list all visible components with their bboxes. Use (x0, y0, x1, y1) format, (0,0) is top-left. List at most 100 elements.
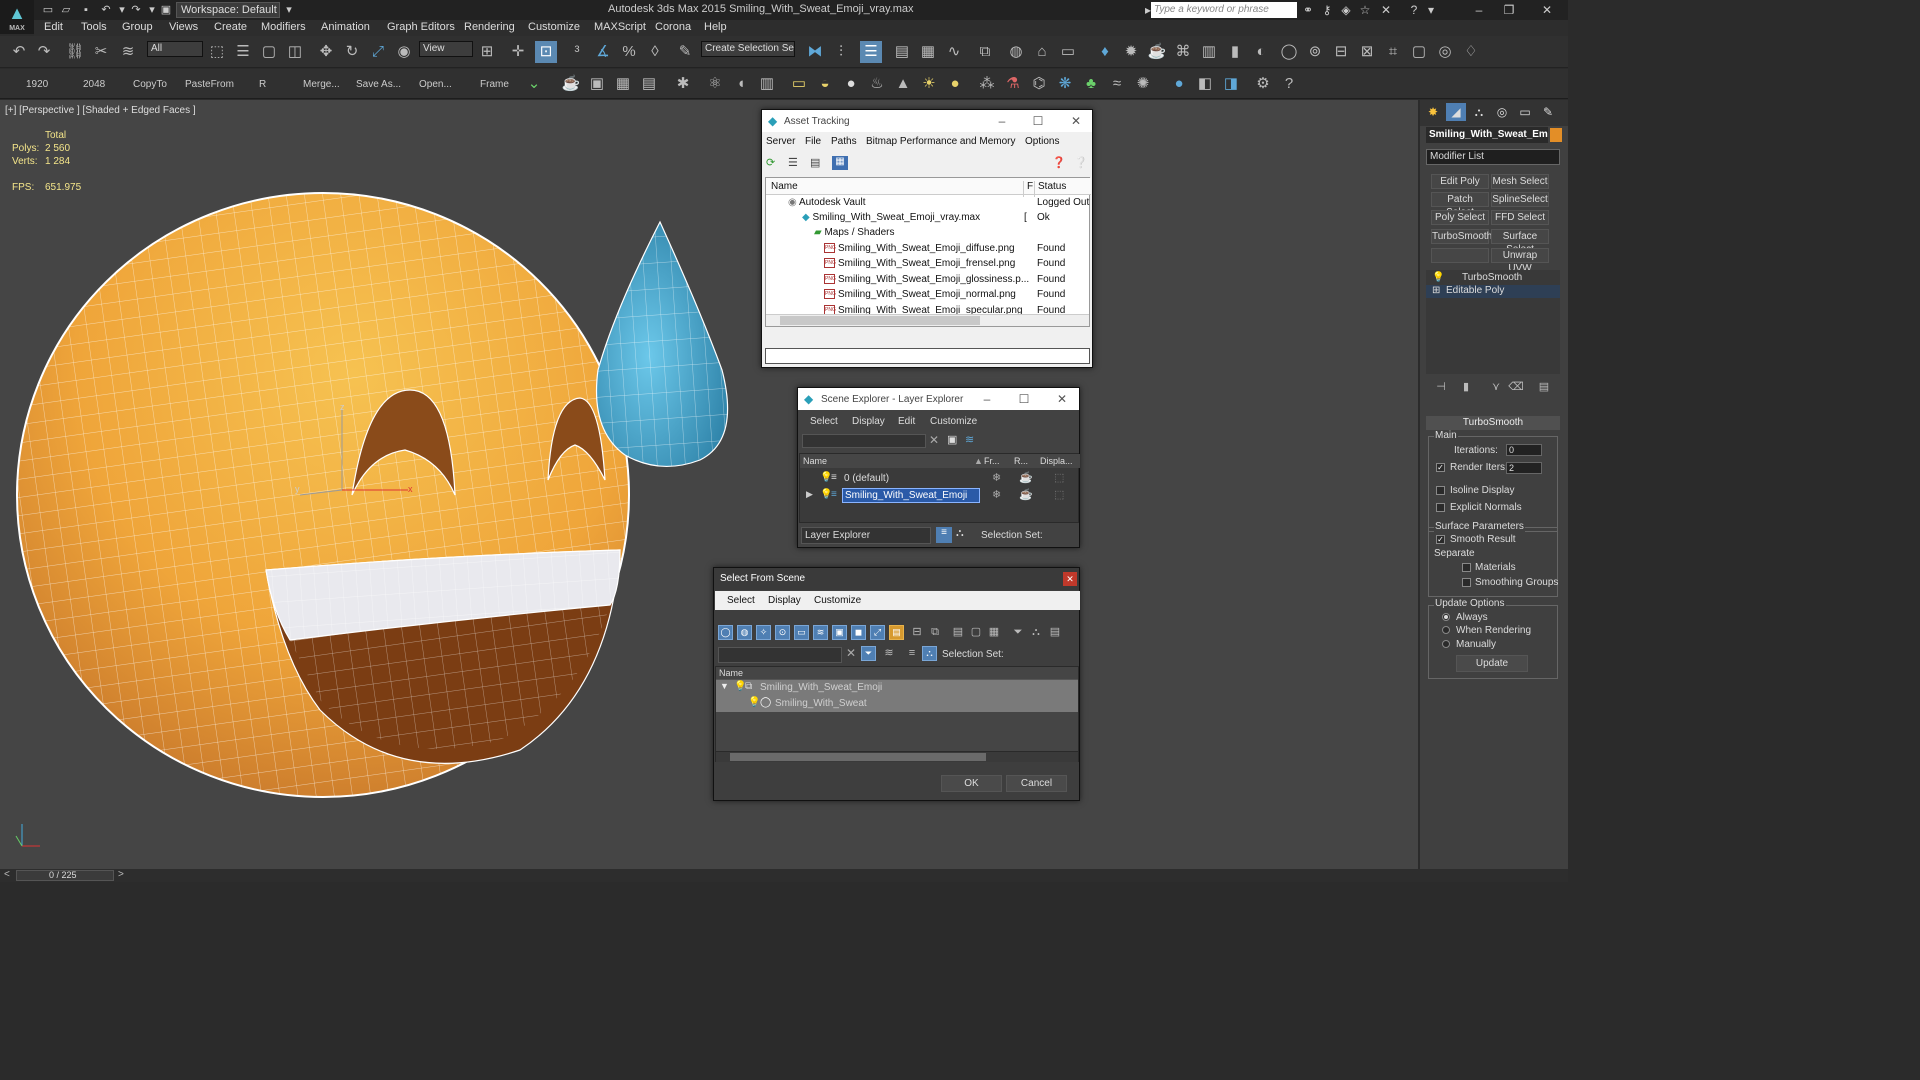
asset-row[interactable]: ▰ Maps / Shaders (814, 227, 895, 242)
schematic-view-icon[interactable]: ⧉ (974, 41, 996, 63)
display-box-icon[interactable]: ⬚ (1054, 488, 1064, 501)
redo-icon[interactable]: ↷ (128, 2, 144, 18)
refresh-icon[interactable]: ⟳ (766, 156, 780, 170)
filter-geometry-icon[interactable]: ◯ (718, 625, 733, 640)
subscription-icon[interactable]: ◈ (1337, 2, 1355, 18)
layer-explorer-icon[interactable]: ▤ (891, 41, 913, 63)
window-crossing-icon[interactable]: ◫ (284, 41, 306, 63)
select-menu-display[interactable]: Display (768, 595, 801, 606)
asset-help2-icon[interactable]: ❔ (1074, 156, 1088, 169)
modify-tab-icon[interactable]: ◢ (1446, 103, 1466, 121)
maximize-icon[interactable]: ☐ (1016, 392, 1032, 406)
reference-coord-dropdown[interactable]: View (419, 41, 473, 57)
materials-checkbox[interactable] (1462, 563, 1471, 572)
filter-containers-icon[interactable]: ▤ (889, 625, 904, 640)
table-icon[interactable]: ▤ (638, 73, 660, 95)
scroll-thumb[interactable] (730, 753, 986, 761)
open-file-icon[interactable]: ▱ (58, 2, 74, 18)
empty-modifier-button[interactable] (1431, 248, 1489, 263)
fur-settings-icon[interactable]: ✺ (1132, 73, 1154, 95)
menu-views[interactable]: Views (169, 21, 198, 33)
place-icon[interactable]: ◉ (393, 41, 415, 63)
teapot-icon[interactable]: ☕ (1146, 41, 1168, 63)
layer-row-default[interactable]: 💡 ≡ 0 (default) ❄ ☕ ⬚ (800, 471, 1080, 487)
update-button[interactable]: Update (1456, 655, 1528, 672)
grass-icon[interactable]: ♣ (1080, 73, 1102, 95)
viewport-layout-icon[interactable]: ▢ (1408, 41, 1430, 63)
filter-hidden-icon[interactable]: ⧉ (924, 621, 946, 643)
layer-options-icon[interactable]: ≋ (965, 433, 974, 446)
layer-col-display[interactable]: Displa... (1040, 456, 1073, 466)
script-r-button[interactable]: R (259, 79, 266, 90)
close-icon[interactable]: ✕ (1054, 392, 1070, 406)
rect-selection-icon[interactable]: ▢ (258, 41, 280, 63)
light-lister-icon[interactable]: ♢ (1460, 41, 1482, 63)
asset-menu-paths[interactable]: Paths (831, 136, 857, 147)
select-object-icon[interactable]: ⬚ (206, 41, 228, 63)
sync-selection-icon[interactable]: ▤ (1044, 621, 1066, 643)
turbosmooth-button[interactable]: TurboSmooth (1431, 229, 1492, 244)
script-frame-button[interactable]: Frame (480, 79, 509, 90)
layer-row-emoji[interactable]: ▶ 💡 ≡ Smiling_With_Sweat_Emoji ❄ ☕ ⬚ (800, 488, 1080, 504)
display-invert-icon[interactable]: ▦ (983, 621, 1005, 643)
named-selection-set-dropdown[interactable]: Create Selection Se (701, 41, 795, 57)
stack-bulb-icon[interactable]: 💡 (1432, 272, 1444, 283)
sort-arrow-icon[interactable]: ▲ (974, 456, 983, 466)
asset-tracking-titlebar[interactable]: ◆ Asset Tracking – ☐ ✕ (762, 110, 1092, 132)
render-production-icon[interactable]: ⌘ (1172, 41, 1194, 63)
layer-menu-display[interactable]: Display (852, 416, 885, 427)
select-menu-customize[interactable]: Customize (814, 595, 861, 606)
proxy-icon[interactable]: ⌬ (1028, 73, 1050, 95)
angle-snap-icon[interactable]: ∡ (592, 41, 614, 63)
filter-cameras-icon[interactable]: ⊙ (775, 625, 790, 640)
graphite-ribbon-icon[interactable]: ▦ (917, 41, 939, 63)
filter-shapes-icon[interactable]: ◍ (737, 625, 752, 640)
layer-explorer-titlebar[interactable]: ◆ Scene Explorer - Layer Explorer – ☐ ✕ (798, 388, 1079, 410)
asset-menu-options[interactable]: Options (1025, 136, 1059, 147)
sweat-drop[interactable] (595, 220, 729, 468)
edit-named-selection-icon[interactable]: ✎ (674, 41, 696, 63)
cone-icon[interactable]: ▲ (892, 73, 914, 95)
edit-poly-button[interactable]: Edit Poly (1431, 174, 1489, 189)
patch-select-button[interactable]: Patch Select (1431, 192, 1489, 218)
script-pastefrom-button[interactable]: PasteFrom (185, 79, 234, 90)
display-box-icon[interactable]: ⬚ (1054, 471, 1064, 484)
cancel-button[interactable]: Cancel (1006, 775, 1067, 792)
script-1920-button[interactable]: 1920 (26, 79, 48, 90)
material-slot-icon[interactable]: ◧ (1194, 73, 1216, 95)
menu-modifiers[interactable]: Modifiers (261, 21, 306, 33)
scene-converter-icon[interactable]: ⌗ (1382, 41, 1404, 63)
help-dropdown-icon[interactable]: ▾ (1422, 2, 1440, 18)
asset-menu-server[interactable]: Server (766, 136, 795, 147)
app-logo[interactable]: ▲ MAX (0, 0, 34, 34)
render-region-icon[interactable]: ◯ (1278, 41, 1300, 63)
make-unique-icon[interactable]: ⋎ (1485, 376, 1507, 398)
render-iters-spinner[interactable]: 2 (1506, 462, 1542, 474)
asset-menu-file[interactable]: File (805, 136, 821, 147)
scroll-thumb[interactable] (780, 316, 980, 325)
smooth-result-checkbox[interactable]: ✓ (1436, 535, 1445, 544)
pot-icon[interactable]: ♨ (866, 73, 888, 95)
explicit-normals-checkbox[interactable] (1436, 503, 1445, 512)
when-rendering-radio[interactable] (1442, 626, 1450, 634)
link-icon[interactable]: ⛓ (64, 41, 86, 63)
save-icon[interactable]: ▪ (78, 2, 94, 18)
render-frame-icon[interactable]: ▣ (586, 73, 608, 95)
poly-select-button[interactable]: Poly Select (1431, 210, 1489, 225)
help-circle-icon[interactable]: ? (1278, 73, 1300, 95)
frame-buffer-icon[interactable]: ▥ (1198, 41, 1220, 63)
filter-bones-icon[interactable]: ⤢ (870, 625, 885, 640)
search-input[interactable]: Type a keyword or phrase (1151, 2, 1297, 18)
plane-icon[interactable]: ▭ (788, 73, 810, 95)
maximize-icon[interactable]: ☐ (1030, 114, 1046, 128)
col-status[interactable]: Status (1034, 181, 1066, 197)
mirror-icon[interactable]: ⧓ (804, 41, 826, 63)
hierarchy-sort-icon[interactable]: ⛬ (922, 646, 937, 661)
freeze-snowflake-icon[interactable]: ❄ (992, 471, 1001, 484)
filter-lights-icon[interactable]: ✧ (756, 625, 771, 640)
unlink-icon[interactable]: ✂ (90, 41, 112, 63)
asset-help-icon[interactable]: ❓ (1052, 156, 1066, 169)
filter-xrefs-icon[interactable]: ◼ (851, 625, 866, 640)
keyboard-shortcut-icon[interactable]: ⊡ (535, 41, 557, 63)
settings-icon[interactable]: ⚙ (1252, 73, 1274, 95)
